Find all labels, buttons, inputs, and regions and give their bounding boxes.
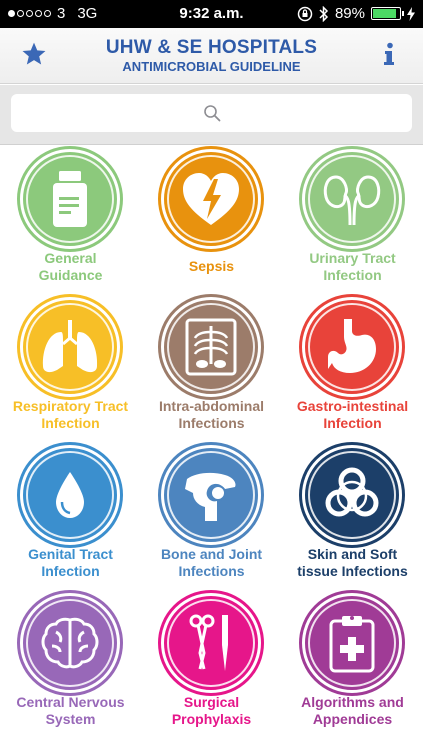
category-label: Bone and Joint Infections <box>160 546 263 579</box>
category-algorithms-and-appendices[interactable]: Algorithms and Appendices <box>282 590 423 738</box>
category-label: Skin and Soft tissue Infections <box>297 546 408 579</box>
app-title: UHW & SE HOSPITALS ANTIMICROBIAL GUIDELI… <box>70 37 353 75</box>
category-gastro-intestinal-infection[interactable]: Gastro-intestinal Infection <box>282 294 423 442</box>
category-central-nervous-system[interactable]: Central Nervous System <box>0 590 141 738</box>
category-label: Central Nervous System <box>16 694 125 727</box>
category-sepsis[interactable]: Sepsis <box>141 146 282 294</box>
category-label: Algorithms and Appendices <box>301 694 404 727</box>
category-label: Gastro-intestinal Infection <box>296 398 409 431</box>
category-bone-and-joint-infections[interactable]: Bone and Joint Infections <box>141 442 282 590</box>
navigation-bar: UHW & SE HOSPITALS ANTIMICROBIAL GUIDELI… <box>0 28 423 84</box>
page-title: UHW & SE HOSPITALS <box>105 37 318 58</box>
star-icon <box>22 42 46 65</box>
category-badge <box>302 297 402 397</box>
battery-icon <box>371 7 404 20</box>
category-label: Surgical Prophylaxis <box>171 694 252 727</box>
info-button[interactable] <box>369 34 409 74</box>
category-label: Genital Tract Infection <box>28 546 113 579</box>
category-badge <box>161 297 261 397</box>
category-badge <box>302 593 402 693</box>
category-skin-and-soft-tissue-infections[interactable]: Skin and Soft tissue Infections <box>282 442 423 590</box>
bluetooth-icon <box>319 5 329 22</box>
category-surgical-prophylaxis[interactable]: Surgical Prophylaxis <box>141 590 282 738</box>
category-label: Urinary Tract Infection <box>309 250 396 283</box>
favorites-button[interactable] <box>14 34 54 74</box>
category-general-guidance[interactable]: General Guidance <box>0 146 141 294</box>
status-right: 89% <box>297 5 415 22</box>
battery-percent: 89% <box>334 5 365 22</box>
category-badge <box>20 297 120 397</box>
category-label: Intra-abdominal Infections <box>158 398 264 431</box>
category-intra-abdominal-infections[interactable]: Intra-abdominal Infections <box>141 294 282 442</box>
search-input[interactable] <box>11 94 412 132</box>
category-label: Respiratory Tract Infection <box>12 398 129 431</box>
page-subtitle: ANTIMICROBIAL GUIDELINE <box>122 59 301 74</box>
info-icon <box>384 42 394 65</box>
category-badge <box>161 445 261 545</box>
search-bar <box>0 85 423 145</box>
category-grid: General Guidance Sepsis Urinary Tract Infe… <box>0 146 423 750</box>
category-badge <box>161 593 261 693</box>
search-box[interactable] <box>11 94 412 132</box>
category-respiratory-tract-infection[interactable]: Respiratory Tract Infection <box>0 294 141 442</box>
category-badge <box>20 445 120 545</box>
charging-icon <box>407 6 415 21</box>
category-badge <box>302 445 402 545</box>
category-label: General Guidance <box>38 250 103 283</box>
status-bar: 3 3G 9:32 a.m. 89% <box>0 0 423 28</box>
category-label: Sepsis <box>188 258 235 274</box>
category-badge <box>20 593 120 693</box>
rotation-lock-icon <box>297 6 313 21</box>
category-badge <box>161 149 261 249</box>
category-urinary-tract-infection[interactable]: Urinary Tract Infection <box>282 146 423 294</box>
category-badge <box>302 149 402 249</box>
category-genital-tract-infection[interactable]: Genital Tract Infection <box>0 442 141 590</box>
category-badge <box>20 149 120 249</box>
